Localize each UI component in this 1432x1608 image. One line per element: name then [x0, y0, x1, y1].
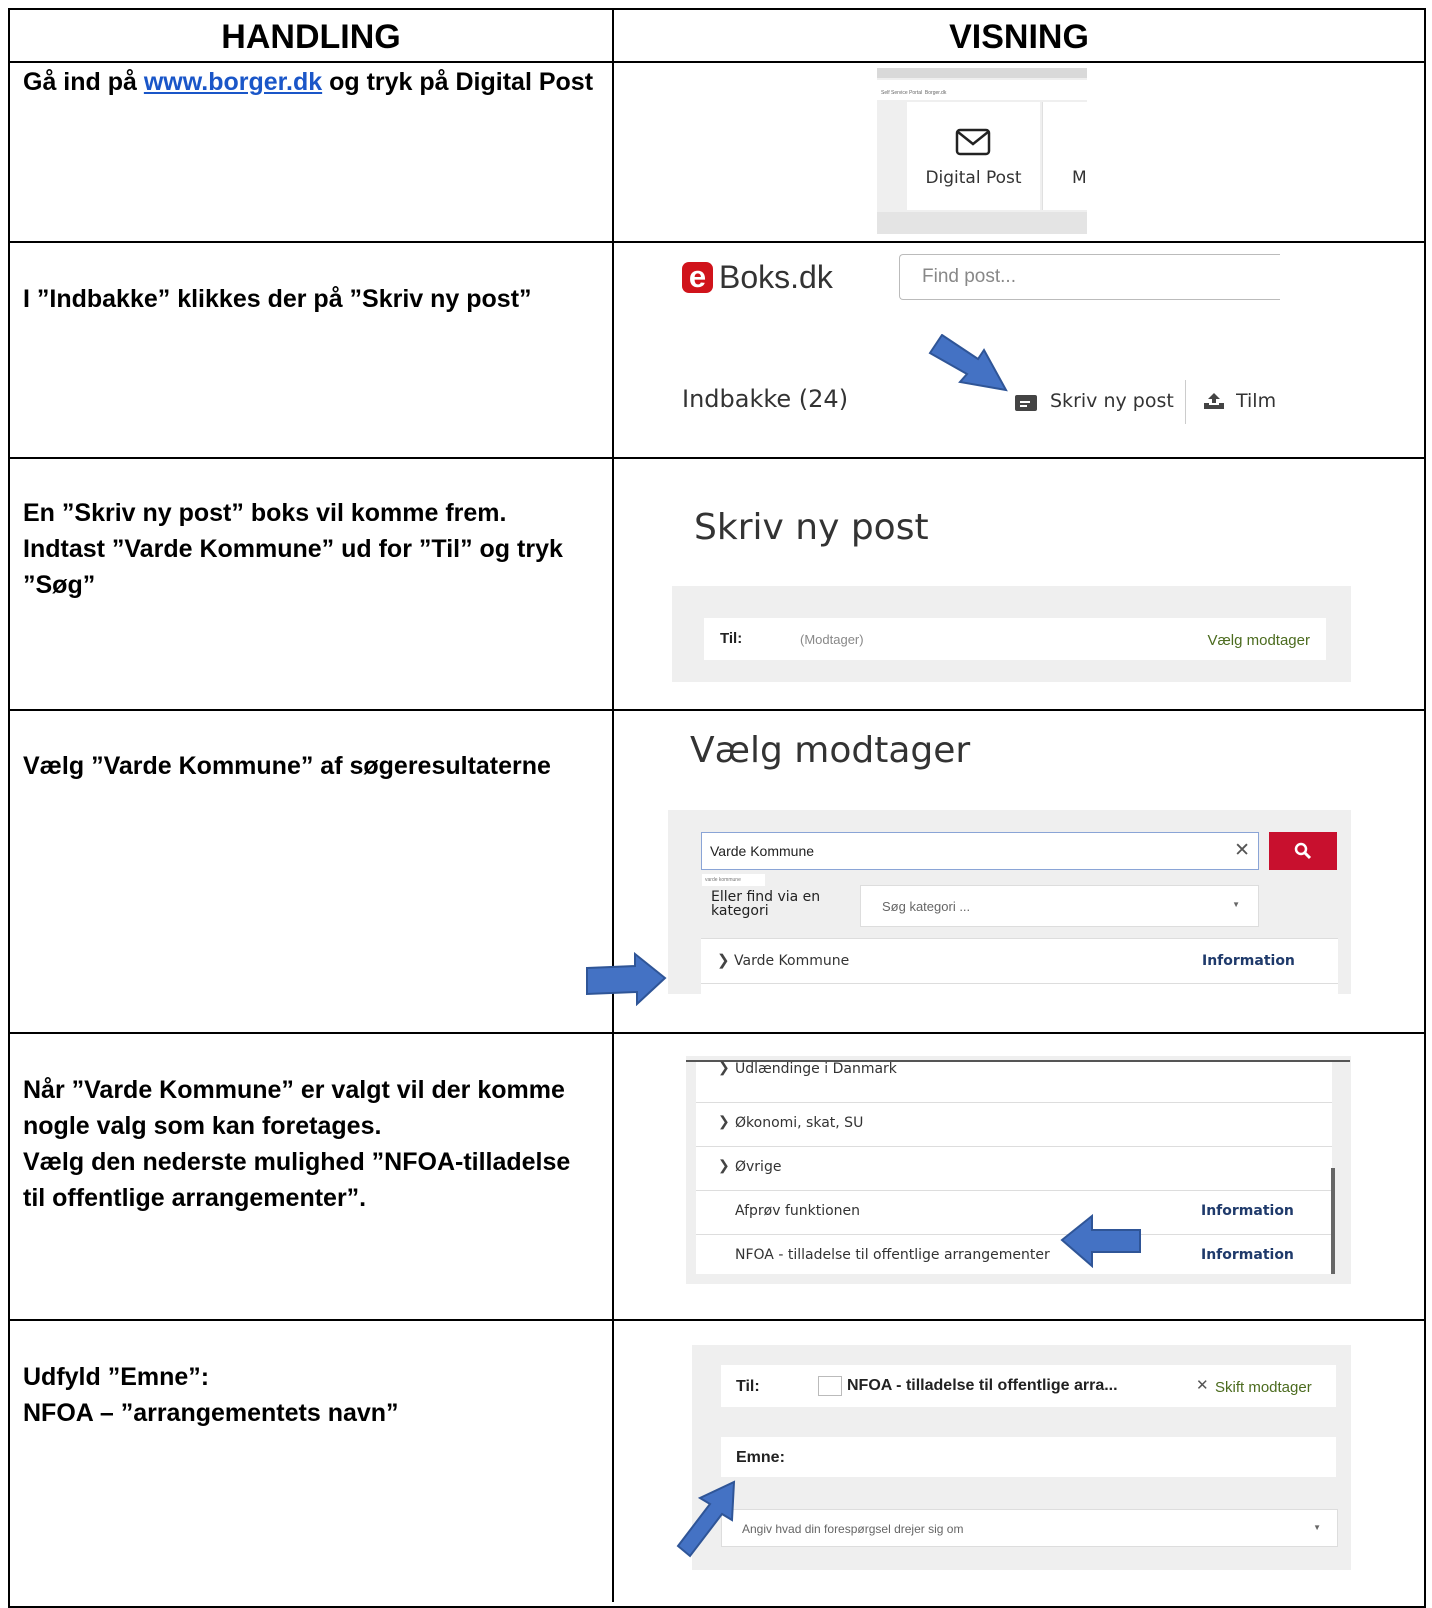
chevron-right-icon: ❯: [717, 952, 730, 969]
to-label: Til:: [736, 1378, 760, 1395]
information-link[interactable]: Information: [1202, 953, 1295, 969]
row-divider: [8, 1032, 1426, 1034]
row6-action: Udfyld ”Emne”: NFOA – ”arrangementets na…: [23, 1363, 399, 1427]
organization-icon: [818, 1376, 842, 1396]
row4-action: Vælg ”Varde Kommune” af søgeresultaterne: [23, 752, 551, 780]
borger-link[interactable]: www.borger.dk: [144, 68, 322, 96]
list-item[interactable]: ❯ Økonomi, skat, SU: [696, 1102, 1332, 1147]
subject-field[interactable]: Emne:: [721, 1437, 1336, 1477]
arrow-to-result-icon: [586, 952, 667, 1006]
category-list-panel: ❯ Udlændinge i Danmark ❯ Økonomi, skat, …: [686, 1056, 1351, 1284]
autocomplete-suggestion[interactable]: varde kommune: [702, 874, 765, 886]
header-view: VISNING: [949, 18, 1089, 56]
digital-post-tile[interactable]: Digital Post: [907, 102, 1040, 210]
row-divider: [8, 709, 1426, 711]
dropdown-arrow-icon: ▼: [1232, 900, 1240, 909]
digital-post-screenshot: Self Service Portal Borger.dk Digital Po…: [877, 68, 1088, 234]
eboks-logo-text: Boks.dk: [719, 259, 833, 295]
list-item[interactable]: Afprøv funktionen Information: [696, 1190, 1332, 1235]
dropdown-arrow-icon: ▼: [1313, 1523, 1321, 1532]
recipient-search-input[interactable]: Varde Kommune ✕: [701, 832, 1259, 870]
upload-icon: [1204, 393, 1224, 409]
close-icon[interactable]: ✕: [1196, 1376, 1209, 1394]
to-label: Til:: [720, 630, 743, 647]
next-tile[interactable]: M: [1042, 102, 1088, 210]
chevron-right-icon: ❯: [718, 1059, 730, 1075]
category-label: Eller find via en kategori: [711, 889, 821, 919]
envelope-icon: [955, 128, 991, 156]
information-link[interactable]: Information: [1201, 1247, 1294, 1263]
result-label: Varde Kommune: [734, 953, 850, 969]
row-divider: [8, 457, 1426, 459]
compose-label: Skriv ny post: [1050, 390, 1174, 412]
header-action: HANDLING: [221, 18, 401, 56]
row-divider: [8, 241, 1426, 243]
recipient-search-panel: Varde Kommune ✕ varde kommune Eller find…: [668, 810, 1351, 995]
message-form-panel: Til: NFOA - tilladelse til offentlige ar…: [692, 1345, 1351, 1570]
category-select[interactable]: Søg kategori ... ▼: [860, 885, 1259, 927]
digital-post-label: Digital Post: [925, 168, 1022, 188]
inbox-label: Indbakke (24): [682, 385, 849, 413]
chevron-right-icon: ❯: [718, 1113, 730, 1129]
row1-action: Gå ind på www.borger.dk og tryk på Digit…: [23, 68, 594, 96]
upload-label[interactable]: Tilm: [1236, 390, 1280, 412]
choose-recipient-title: Vælg modtager: [690, 730, 971, 771]
recipient-panel: Til: (Modtager) Vælg modtager: [672, 586, 1351, 682]
recipient-field[interactable]: Til: (Modtager) Vælg modtager: [704, 618, 1326, 660]
topic-select[interactable]: Angiv hvad din forespørgsel drejer sig o…: [721, 1509, 1338, 1547]
arrow-to-nfoa-icon: [1060, 1214, 1141, 1268]
clear-icon[interactable]: ✕: [1234, 839, 1250, 862]
choose-recipient-link[interactable]: Vælg modtager: [1207, 632, 1310, 649]
subject-label: Emne:: [736, 1449, 785, 1466]
information-link[interactable]: Information: [1201, 1203, 1294, 1219]
result-varde-kommune[interactable]: ❯ Varde Kommune Information: [701, 938, 1338, 995]
scrollbar[interactable]: [1331, 1168, 1335, 1274]
row-divider: [8, 1319, 1426, 1321]
arrow-to-subject-icon: [676, 1480, 736, 1558]
find-post-input[interactable]: Find post...: [899, 254, 1280, 300]
list-item[interactable]: ❯ Udlændinge i Danmark: [696, 1059, 1332, 1103]
recipient-placeholder: (Modtager): [800, 632, 864, 647]
compose-icon: [1015, 395, 1037, 411]
search-icon: [1294, 842, 1312, 860]
category-list: ❯ Udlændinge i Danmark ❯ Økonomi, skat, …: [696, 1059, 1332, 1274]
row5-action: Når ”Varde Kommune” er valgt vil der kom…: [23, 1076, 571, 1212]
arrow-to-compose-icon: [928, 334, 1008, 392]
row3-action: En ”Skriv ny post” boks vil komme frem. …: [23, 499, 563, 599]
search-button[interactable]: [1269, 832, 1337, 870]
recipient-name: NFOA - tilladelse til offentlige arra...: [847, 1377, 1118, 1394]
column-divider: [612, 8, 614, 1602]
chevron-right-icon: ❯: [718, 1157, 730, 1173]
change-recipient-link[interactable]: Skift modtager: [1215, 1379, 1312, 1396]
eboks-logo-icon: e: [682, 261, 713, 293]
row2-action: I ”Indbakke” klikkes der på ”Skriv ny po…: [23, 285, 532, 313]
bookmarks-bar: Self Service Portal Borger.dk: [881, 90, 947, 96]
recipient-row: Til: NFOA - tilladelse til offentlige ar…: [721, 1365, 1336, 1407]
list-item[interactable]: ❯ Øvrige: [696, 1146, 1332, 1191]
list-item-nfoa[interactable]: NFOA - tilladelse til offentlige arrange…: [696, 1234, 1332, 1274]
compose-dialog-title: Skriv ny post: [694, 507, 929, 548]
